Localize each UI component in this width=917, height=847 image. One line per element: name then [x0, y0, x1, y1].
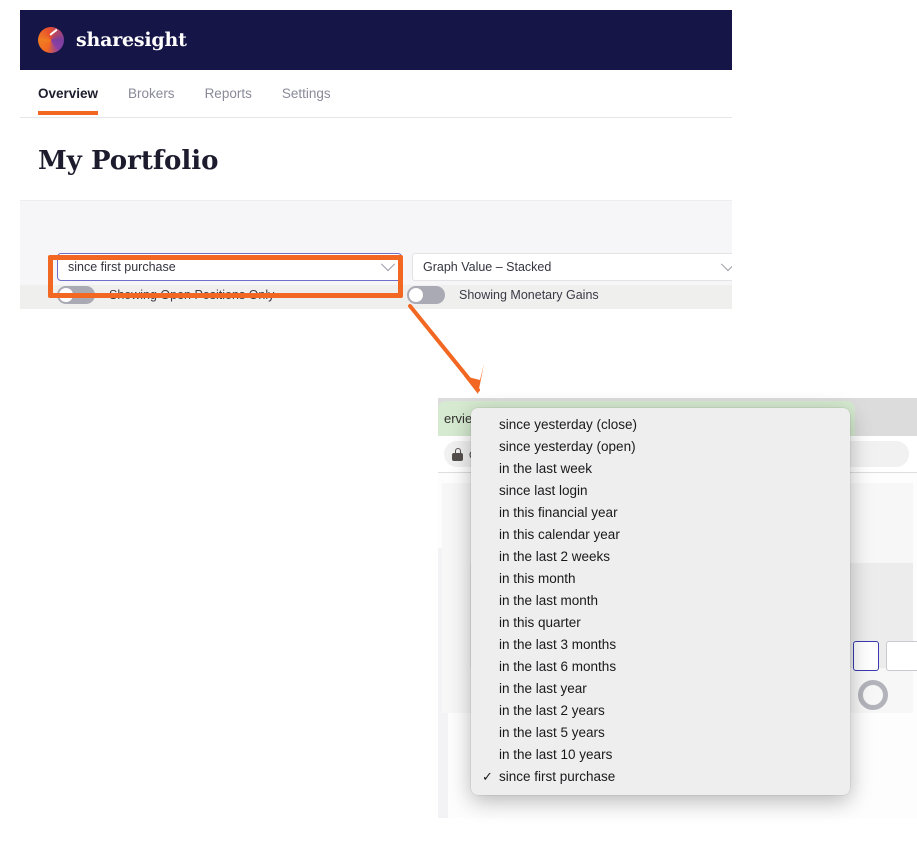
menu-item[interactable]: in the last 5 years	[471, 722, 850, 744]
app-header: sharesight	[20, 10, 732, 70]
menu-item[interactable]: in the last 2 years	[471, 700, 850, 722]
menu-item-label: in the last 10 years	[499, 747, 612, 762]
menu-item-label: in this calendar year	[499, 527, 620, 542]
menu-item[interactable]: in this financial year	[471, 502, 850, 524]
menu-item-label: in the last month	[499, 593, 598, 608]
sharesight-app-window: sharesight Overview Brokers Reports Sett…	[20, 10, 732, 325]
check-icon: ✓	[482, 766, 493, 788]
main-nav: Overview Brokers Reports Settings	[20, 70, 732, 118]
tab-settings[interactable]: Settings	[282, 70, 331, 101]
tab-brokers-label: Brokers	[128, 86, 175, 101]
menu-item-label: since first purchase	[499, 769, 615, 784]
menu-item[interactable]: in this calendar year	[471, 524, 850, 546]
secondary-button[interactable]	[886, 641, 917, 671]
menu-item[interactable]: in the last year	[471, 678, 850, 700]
menu-item-label: since last login	[499, 483, 588, 498]
tab-settings-label: Settings	[282, 86, 331, 101]
focused-button[interactable]	[853, 641, 879, 671]
chevron-down-icon	[721, 257, 732, 271]
menu-item[interactable]: since yesterday (close)	[471, 414, 850, 436]
graph-select-wrapper: Graph Value – Stacked	[412, 253, 732, 281]
menu-item[interactable]: in the last month	[471, 590, 850, 612]
menu-item-selected[interactable]: ✓ since first purchase	[471, 766, 850, 788]
menu-item[interactable]: since last login	[471, 480, 850, 502]
menu-item-label: in the last 6 months	[499, 659, 616, 674]
menu-item[interactable]: in the last 2 weeks	[471, 546, 850, 568]
open-positions-toggle-group: Showing Open Positions Only	[57, 286, 274, 304]
showing-monetary-gains-label: Showing Monetary Gains	[459, 288, 599, 302]
menu-item-label: in the last week	[499, 461, 592, 476]
showing-open-positions-toggle[interactable]	[57, 286, 95, 304]
menu-item-label: in this financial year	[499, 505, 618, 520]
tab-overview[interactable]: Overview	[38, 70, 98, 101]
toggles-row: Showing Open Positions Only Showing Mone…	[20, 285, 732, 309]
menu-item-label: in this month	[499, 571, 576, 586]
sharesight-pie-logo-icon	[38, 27, 64, 53]
brand-name: sharesight	[76, 29, 187, 51]
menu-item-label: in the last 5 years	[499, 725, 605, 740]
tab-reports[interactable]: Reports	[205, 70, 252, 101]
menu-item-label: in the last 2 weeks	[499, 549, 610, 564]
menu-item-label: in the last 3 months	[499, 637, 616, 652]
lock-icon	[452, 447, 463, 461]
graph-value-select-value: Graph Value – Stacked	[423, 260, 551, 274]
menu-item[interactable]: in the last week	[471, 458, 850, 480]
menu-item-label: since yesterday (close)	[499, 417, 637, 432]
period-select-wrapper: since first purchase	[57, 253, 402, 281]
period-select[interactable]: since first purchase	[57, 253, 402, 281]
menu-item[interactable]: in the last 6 months	[471, 656, 850, 678]
menu-item-label: in the last year	[499, 681, 587, 696]
menu-item-label: in this quarter	[499, 615, 581, 630]
menu-item[interactable]: in this month	[471, 568, 850, 590]
menu-item[interactable]: since yesterday (open)	[471, 436, 850, 458]
menu-item-label: in the last 2 years	[499, 703, 605, 718]
portfolio-toolbar: since first purchase Graph Value – Stack…	[20, 200, 732, 309]
chevron-down-icon	[381, 257, 395, 271]
menu-item[interactable]: in this quarter	[471, 612, 850, 634]
circle-graphic	[858, 680, 888, 710]
showing-open-positions-label: Showing Open Positions Only	[109, 288, 274, 302]
graph-value-select[interactable]: Graph Value – Stacked	[412, 253, 732, 281]
period-select-value: since first purchase	[68, 260, 176, 274]
tab-overview-label: Overview	[38, 86, 98, 101]
page-title: My Portfolio	[20, 118, 732, 200]
showing-monetary-gains-toggle[interactable]	[407, 286, 445, 304]
period-dropdown-menu[interactable]: since yesterday (close) since yesterday …	[471, 408, 850, 795]
tab-reports-label: Reports	[205, 86, 252, 101]
menu-item[interactable]: in the last 10 years	[471, 744, 850, 766]
menu-item[interactable]: in the last 3 months	[471, 634, 850, 656]
tab-brokers[interactable]: Brokers	[128, 70, 175, 101]
menu-item-label: since yesterday (open)	[499, 439, 636, 454]
monetary-gains-toggle-group: Showing Monetary Gains	[407, 286, 599, 304]
